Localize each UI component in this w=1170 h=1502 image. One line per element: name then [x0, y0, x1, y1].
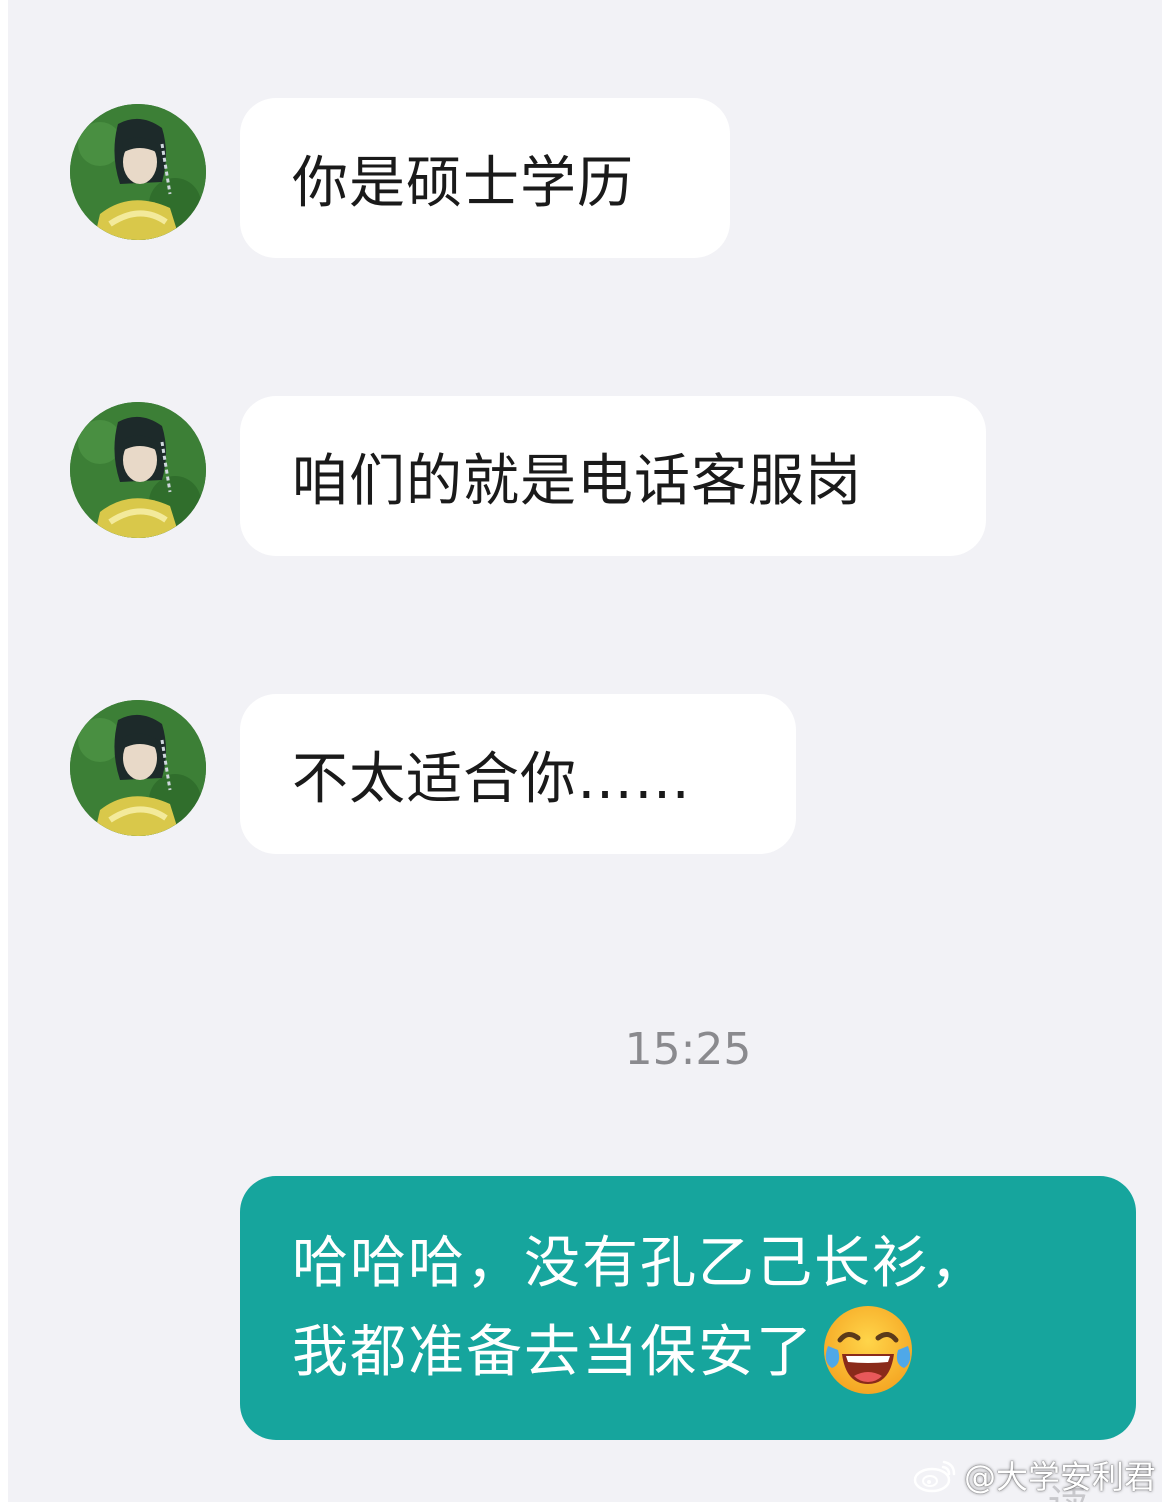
watermark: @大学安利君 — [912, 1452, 1156, 1498]
sent-message-bubble[interactable]: 哈哈哈，没有孔乙己长衫， 我都准备去当保安了 — [240, 1176, 1136, 1440]
contact-avatar[interactable] — [70, 700, 206, 836]
received-message-bubble[interactable]: 不太适合你…… — [240, 694, 796, 854]
message-text: 咱们的就是电话客服岗 — [292, 448, 862, 514]
received-message-bubble[interactable]: 你是硕士学历 — [240, 98, 730, 258]
message-text: 我都准备去当保安了 — [292, 1320, 814, 1386]
watermark-text: @大学安利君 — [963, 1458, 1156, 1496]
contact-avatar[interactable] — [70, 104, 206, 240]
message-timestamp: 15:25 — [624, 1024, 752, 1075]
tears-of-joy-emoji-icon — [820, 1302, 916, 1398]
message-text: 你是硕士学历 — [292, 150, 634, 216]
message-text-line: 哈哈哈，没有孔乙己长衫， — [292, 1231, 988, 1296]
message-text-line: 我都准备去当保安了 — [292, 1306, 1096, 1404]
weibo-icon — [913, 1460, 956, 1493]
contact-avatar[interactable] — [70, 402, 206, 538]
chat-area: 你是硕士学历 咱们的就是电话客服岗 不太适合你…… 15:25 哈哈哈，没有孔乙… — [8, 0, 1162, 1502]
message-text: 不太适合你…… — [292, 746, 691, 812]
received-message-bubble[interactable]: 咱们的就是电话客服岗 — [240, 396, 986, 556]
